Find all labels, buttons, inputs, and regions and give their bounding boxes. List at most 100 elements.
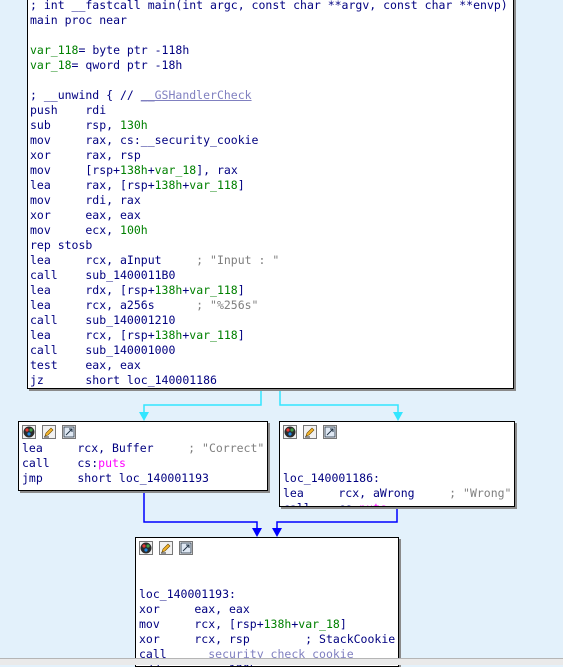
asm-line[interactable]: test eax, eax <box>30 358 513 373</box>
asm-token: mov ecx, <box>30 223 121 237</box>
asm-line[interactable]: lea rcx, [rsp+138h+var_118] <box>30 328 513 343</box>
asm-line[interactable]: lea rdx, [rsp+138h+var_118] <box>30 283 513 298</box>
asm-token: var_118 <box>30 43 79 57</box>
zoom-graph-icon[interactable] <box>179 541 193 555</box>
asm-token: mov rax, cs:__security_cookie <box>30 133 259 147</box>
zoom-graph-icon[interactable] <box>62 425 76 439</box>
asm-token: lea rdx, [rsp+ <box>30 283 155 297</box>
asm-line[interactable]: ; __unwind { // __GSHandlerCheck <box>30 88 513 103</box>
bottom-block-lines: loc_140001193: xor eax, eax mov rcx, [rsp+… <box>139 557 398 666</box>
asm-token: mov [rsp+ <box>30 163 121 177</box>
asm-token: __GSHandlerCheck <box>140 88 252 102</box>
asm-token: test eax, eax <box>30 358 141 372</box>
asm-token: puts <box>98 456 126 470</box>
asm-line[interactable]: rep stosb <box>30 238 513 253</box>
asm-token: ; __unwind { // <box>30 88 141 102</box>
asm-line[interactable]: lea rcx, aInput ; "Input : " <box>30 253 513 268</box>
asm-token: mov rdi, rax <box>30 193 141 207</box>
left-block-lines: lea rcx, Buffer ; "Correct" call cs:puts j… <box>22 441 267 486</box>
asm-line[interactable]: push rdi <box>30 103 513 118</box>
asm-token: lea rcx, Buffer <box>22 441 189 455</box>
asm-token: ; StackCookie <box>305 632 396 646</box>
code-block-main[interactable]: ; int __fastcall main(int argc, const ch… <box>27 0 514 389</box>
asm-line[interactable]: loc_140001193: <box>139 587 398 602</box>
asm-line[interactable]: lea rcx, a256s ; "%256s" <box>30 298 513 313</box>
asm-line[interactable]: call cs:puts <box>22 456 267 471</box>
asm-token: sub rsp, <box>30 118 121 132</box>
asm-line[interactable]: mov ecx, 100h <box>30 223 513 238</box>
asm-line[interactable]: mov rdi, rax <box>30 193 513 208</box>
asm-line[interactable]: sub rsp, 130h <box>30 118 513 133</box>
code-block-correct[interactable]: lea rcx, Buffer ; "Correct" call cs:puts j… <box>18 421 268 491</box>
asm-token: var_118 <box>189 178 238 192</box>
rename-pencil-icon[interactable] <box>303 425 317 439</box>
asm-line[interactable]: call sub_1400011B0 <box>30 268 513 283</box>
code-block-epilogue[interactable]: loc_140001193: xor eax, eax mov rcx, [rsp+… <box>135 537 399 667</box>
asm-line[interactable]: call sub_140001210 <box>30 313 513 328</box>
asm-token: call sub_140001000 <box>30 343 176 357</box>
asm-token: var_118 <box>189 283 238 297</box>
asm-token: loc_140001193: <box>139 587 236 601</box>
asm-line[interactable]: loc_140001186: <box>283 471 514 486</box>
color-palette-icon[interactable] <box>283 425 297 439</box>
asm-line[interactable]: mov rax, cs:__security_cookie <box>30 133 513 148</box>
asm-token: call sub_140001210 <box>30 313 176 327</box>
asm-line[interactable]: lea rax, [rsp+138h+var_118] <box>30 178 513 193</box>
asm-line[interactable]: xor eax, eax <box>139 602 398 617</box>
asm-token: ] <box>237 178 245 192</box>
asm-token: var_18 <box>154 163 197 177</box>
asm-token: 130h <box>120 118 148 132</box>
rename-pencil-icon[interactable] <box>42 425 56 439</box>
asm-line[interactable]: lea rcx, Buffer ; "Correct" <box>22 441 267 456</box>
asm-token: ; "Input : " <box>196 253 280 267</box>
asm-line[interactable]: main proc near <box>30 13 513 28</box>
asm-line[interactable]: xor rax, rsp <box>30 148 513 163</box>
asm-token: push rdi <box>30 103 107 117</box>
asm-token: jz short loc_140001186 <box>30 373 217 387</box>
node-toolbar <box>139 540 398 557</box>
asm-line[interactable]: lea rcx, aWrong ; "Wrong" <box>283 486 514 501</box>
asm-line[interactable]: var_18= qword ptr -18h <box>30 58 513 73</box>
edge-true-branch-arrow <box>393 412 403 421</box>
asm-line[interactable]: call sub_140001000 <box>30 343 513 358</box>
asm-line[interactable]: ; int __fastcall main(int argc, const ch… <box>30 0 513 13</box>
asm-token: ; "Correct" <box>188 441 265 455</box>
edge-left-to-bottom-arrow <box>252 528 262 537</box>
asm-token: lea rax, [rsp+ <box>30 178 155 192</box>
code-block-wrong[interactable]: loc_140001186:lea rcx, aWrong ; "Wrong"c… <box>279 421 515 507</box>
edge-right-to-bottom <box>276 507 398 535</box>
asm-token: call cs: <box>283 501 359 506</box>
asm-token: ] <box>237 328 245 342</box>
asm-token: 138h <box>154 178 183 192</box>
asm-token: 138h <box>263 617 292 631</box>
asm-token: var_18 <box>298 617 340 631</box>
asm-token: ; "%256s" <box>196 298 259 312</box>
asm-line[interactable]: xor rcx, rsp ; StackCookie <box>139 632 398 647</box>
asm-line[interactable]: jz short loc_140001186 <box>30 373 513 388</box>
rename-pencil-icon[interactable] <box>159 541 173 555</box>
asm-line[interactable]: mov [rsp+138h+var_18], rax <box>30 163 513 178</box>
node-toolbar <box>283 424 514 441</box>
asm-token: mov rcx, [rsp+ <box>139 617 264 631</box>
zoom-graph-icon[interactable] <box>323 425 337 439</box>
asm-token: loc_140001186: <box>283 471 380 485</box>
color-palette-icon[interactable] <box>139 541 153 555</box>
color-palette-icon[interactable] <box>22 425 36 439</box>
asm-line[interactable]: jmp short loc_140001193 <box>22 471 267 486</box>
asm-token: ] <box>237 283 245 297</box>
asm-line[interactable]: var_118= byte ptr -118h <box>30 43 513 58</box>
asm-token: rep stosb <box>30 238 93 252</box>
asm-token: puts <box>359 501 387 506</box>
asm-token: 138h <box>154 283 183 297</box>
asm-token: lea rcx, aInput <box>30 253 197 267</box>
asm-token: call cs: <box>22 456 99 470</box>
asm-line[interactable]: xor eax, eax <box>30 208 513 223</box>
edge-left-to-bottom <box>143 492 258 535</box>
asm-token: 138h <box>120 163 148 177</box>
asm-token: xor rcx, rsp <box>139 632 306 646</box>
asm-token: ; int __fastcall main(int argc, const ch… <box>30 0 508 12</box>
asm-line[interactable]: mov rcx, [rsp+138h+var_18] <box>139 617 398 632</box>
asm-line[interactable]: call cs:puts <box>283 501 514 506</box>
